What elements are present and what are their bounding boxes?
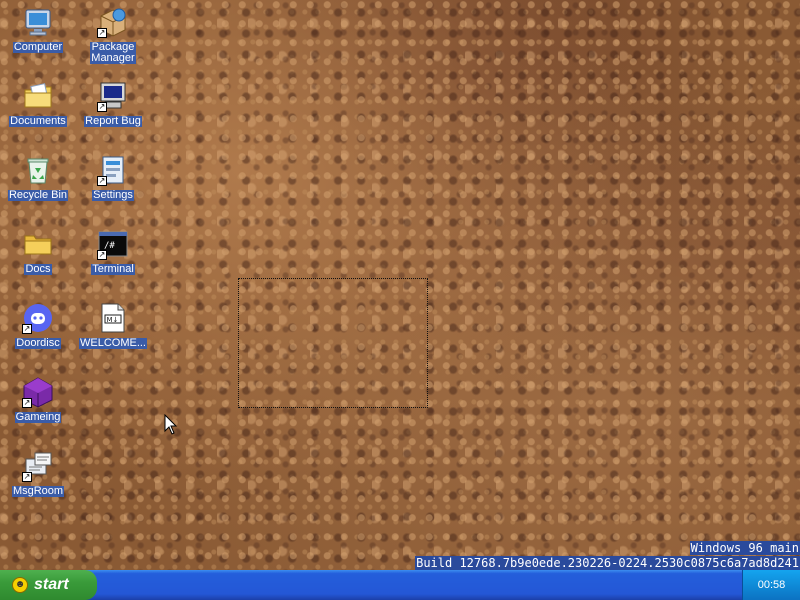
shortcut-arrow-icon: ↗ xyxy=(97,250,107,260)
desktop-icon-label: Package Manager xyxy=(90,42,136,64)
desktop-icon-welcome[interactable]: M↓ WELCOME... xyxy=(77,298,149,364)
desktop-icon-label: Docs xyxy=(24,264,52,275)
desktop-icon-label: Computer xyxy=(12,42,64,53)
taskbar[interactable]: ☻ start 00:58 xyxy=(0,570,800,600)
shortcut-arrow-icon: ↗ xyxy=(97,102,107,112)
folder-icon xyxy=(22,228,54,260)
start-button[interactable]: ☻ start xyxy=(0,570,97,600)
settings-icon: ↗ xyxy=(97,154,129,186)
build-banner-line2: Build 12768.7b9e0ede.230226-0224.2530c08… xyxy=(415,556,800,570)
shortcut-arrow-icon: ↗ xyxy=(97,28,107,38)
desktop-icon-doordisc[interactable]: ↗ Doordisc xyxy=(2,298,74,364)
taskbar-clock[interactable]: 00:58 xyxy=(758,579,786,591)
desktop-icon-package-manager[interactable]: ↗ Package Manager xyxy=(77,2,149,68)
desktop-icon-terminal[interactable]: /# ↗ Terminal xyxy=(77,224,149,290)
markdown-file-icon: M↓ xyxy=(97,302,129,334)
desktop-icon-label: Terminal xyxy=(91,264,135,275)
desktop-icon-label: Settings xyxy=(92,190,134,201)
msgroom-icon: ↗ xyxy=(22,450,54,482)
desktop-icon-label: Documents xyxy=(9,116,67,127)
system-tray[interactable]: 00:58 xyxy=(742,570,800,600)
desktop-icon-documents[interactable]: Documents xyxy=(2,76,74,142)
desktop-icon-msgroom[interactable]: ↗ MsgRoom xyxy=(2,446,74,512)
start-logo-icon: ☻ xyxy=(12,577,28,593)
shortcut-arrow-icon: ↗ xyxy=(97,176,107,186)
build-banner: Windows 96 main Build 12768.7b9e0ede.230… xyxy=(415,541,800,570)
start-label: start xyxy=(34,576,69,593)
desktop-icon-report-bug[interactable]: ↗ Report Bug xyxy=(77,76,149,142)
desktop-icon-label: Report Bug xyxy=(84,116,142,127)
desktop-icon-label: MsgRoom xyxy=(11,486,65,497)
terminal-icon: /# ↗ xyxy=(97,228,129,260)
desktop-icon-computer[interactable]: Computer xyxy=(2,2,74,68)
shortcut-arrow-icon: ↗ xyxy=(22,398,32,408)
doordisc-icon: ↗ xyxy=(22,302,54,334)
gameing-icon: ↗ xyxy=(22,376,54,408)
desktop-icon-settings[interactable]: ↗ Settings xyxy=(77,150,149,216)
desktop-icon-recycle-bin[interactable]: Recycle Bin xyxy=(2,150,74,216)
shortcut-arrow-icon: ↗ xyxy=(22,472,32,482)
desktop[interactable]: Computer Documents Recycle Bin Docs ↗ Do… xyxy=(0,0,800,570)
desktop-icon-label: Gameing xyxy=(14,412,62,423)
desktop-icon-label: Doordisc xyxy=(15,338,61,349)
desktop-icon-label: WELCOME... xyxy=(78,338,147,349)
shortcut-arrow-icon: ↗ xyxy=(22,324,32,334)
mouse-cursor-icon xyxy=(164,413,178,436)
package-manager-icon: ↗ xyxy=(97,6,129,38)
desktop-icon-label: Recycle Bin xyxy=(7,190,69,201)
desktop-icon-docs[interactable]: Docs xyxy=(2,224,74,290)
report-bug-icon: ↗ xyxy=(97,80,129,112)
recycle-bin-icon xyxy=(22,154,54,186)
build-banner-line1: Windows 96 main xyxy=(689,541,800,555)
markdown-glyph-text: M↓ xyxy=(107,316,119,324)
documents-icon xyxy=(22,80,54,112)
computer-icon xyxy=(22,6,54,38)
desktop-icon-gameing[interactable]: ↗ Gameing xyxy=(2,372,74,438)
selection-rectangle xyxy=(238,278,428,408)
